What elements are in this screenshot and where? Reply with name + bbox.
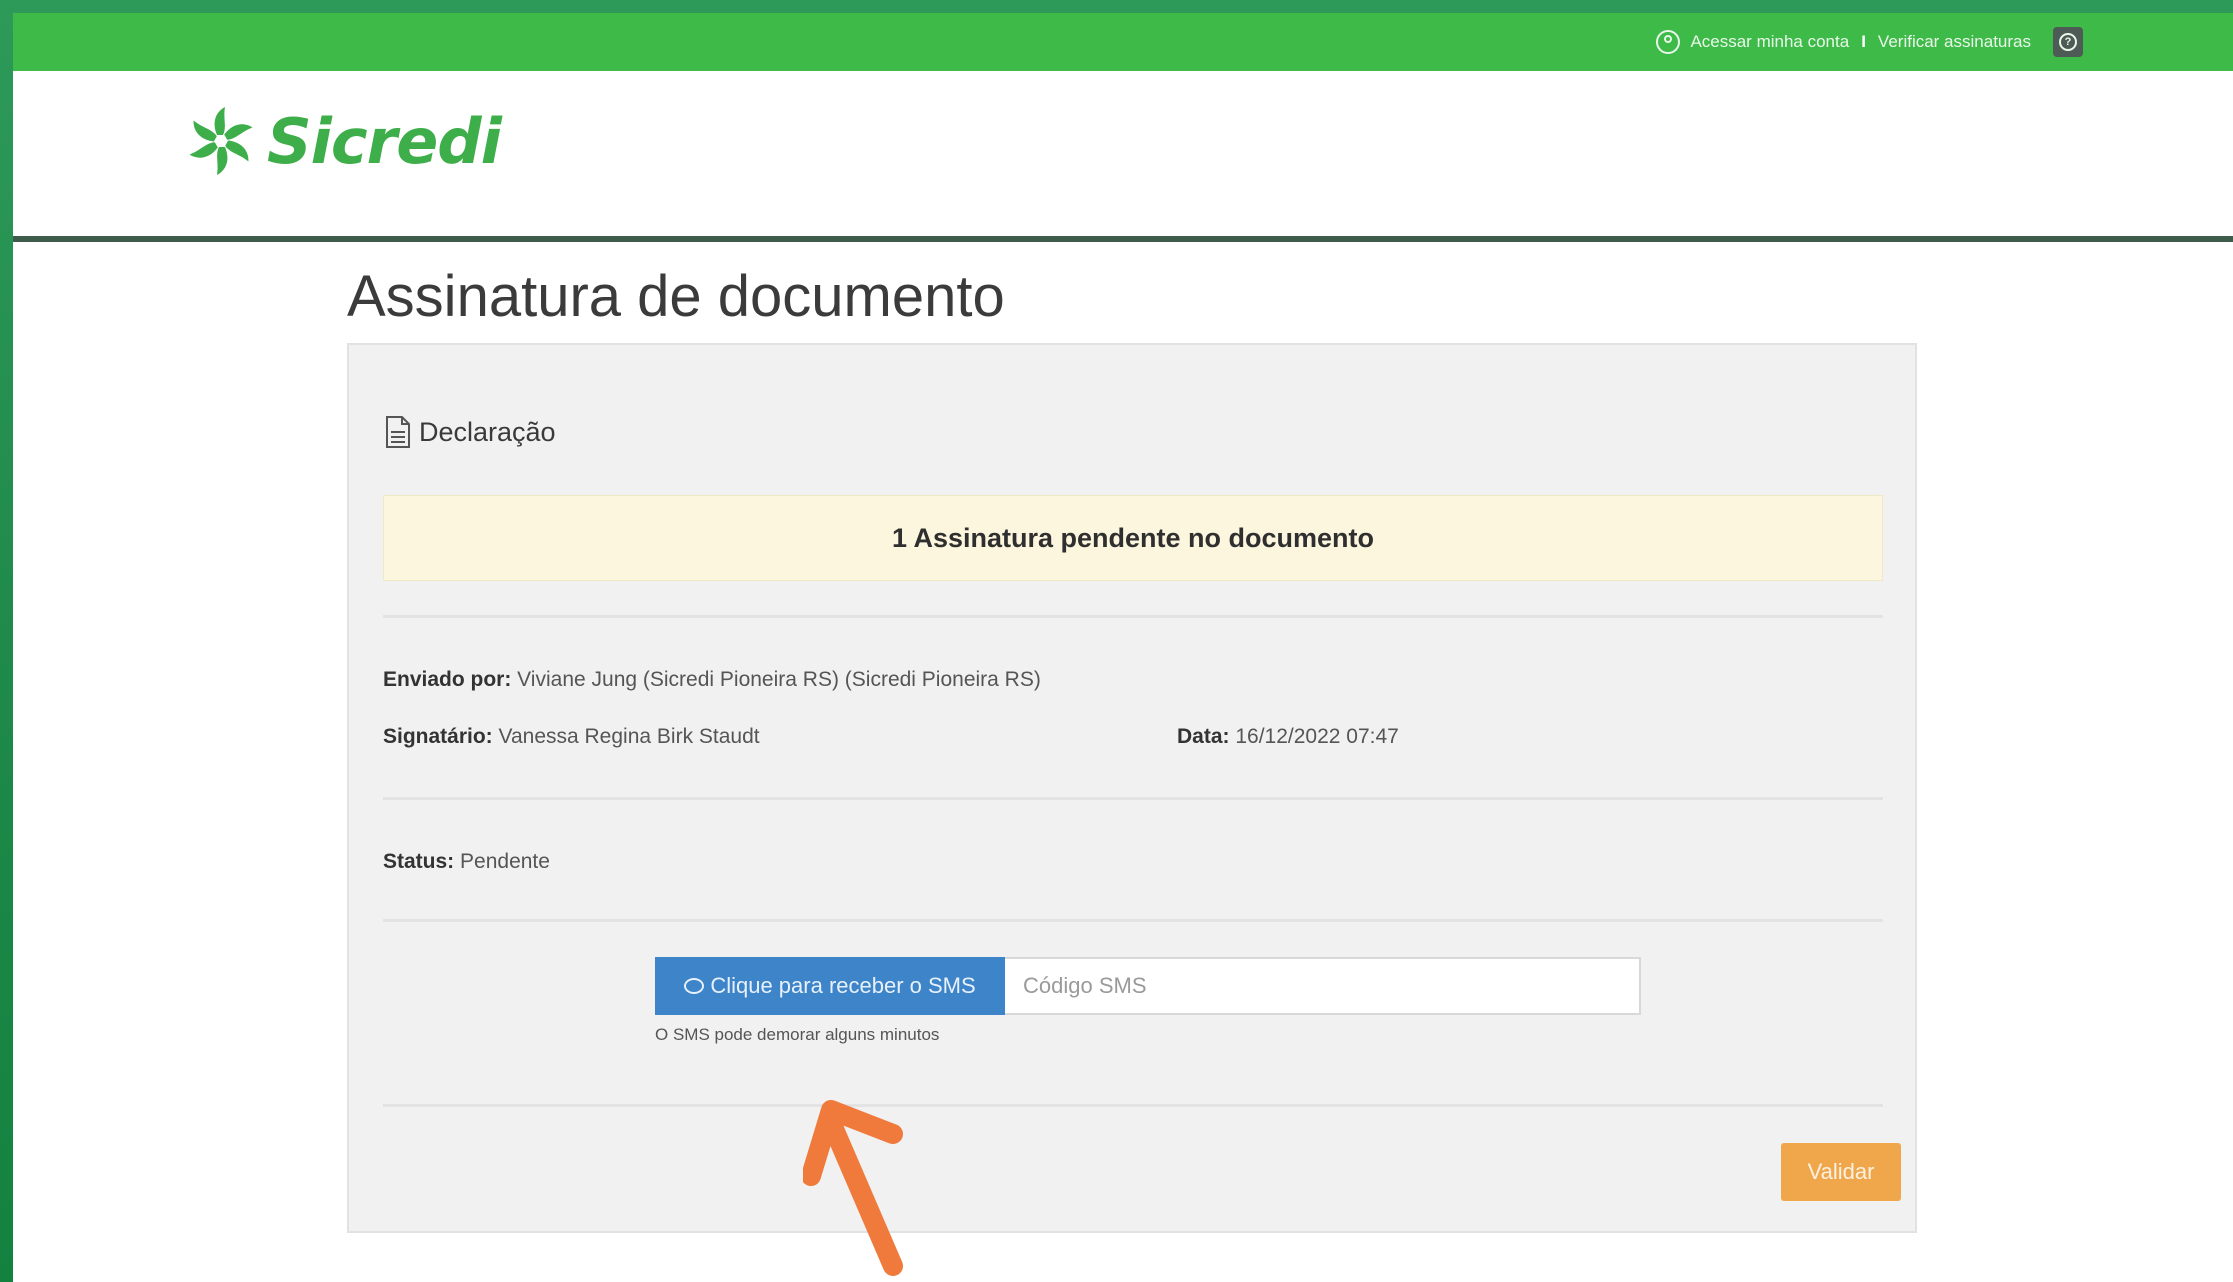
help-icon[interactable]: ? (2053, 27, 2083, 57)
sent-by-value: Viviane Jung (Sicredi Pioneira RS) (Sicr… (511, 668, 1041, 691)
receive-sms-label: Clique para receber o SMS (710, 973, 976, 998)
sicredi-logo-icon (189, 107, 253, 175)
divider (383, 1104, 1883, 1107)
date-row: Data: 16/12/2022 07:47 (1177, 725, 1399, 749)
sms-code-input[interactable] (1005, 957, 1641, 1015)
date-label: Data: (1177, 725, 1230, 748)
divider (383, 615, 1883, 618)
document-title: Declaração (385, 415, 556, 449)
logo-text: Sicredi (267, 104, 502, 178)
receive-sms-button[interactable]: Clique para receber o SMS (655, 957, 1005, 1015)
signer-label: Signatário: (383, 725, 493, 748)
document-card: Declaração 1 Assinatura pendente no docu… (347, 343, 1917, 1233)
divider (383, 797, 1883, 800)
browser-page: Acessar minha conta I Verificar assinatu… (13, 13, 2233, 1282)
signer-row: Signatário: Vanessa Regina Birk Staudt (383, 725, 760, 749)
verify-signatures-link[interactable]: Verificar assinaturas (1878, 32, 2031, 52)
account-link[interactable]: Acessar minha conta (1690, 32, 1849, 52)
sms-help-text: O SMS pode demorar alguns minutos (655, 1025, 940, 1044)
topbar-separator: I (1861, 32, 1866, 51)
signer-value: Vanessa Regina Birk Staudt (492, 725, 760, 748)
page-title: Assinatura de documento (347, 264, 1005, 329)
top-bar: Acessar minha conta I Verificar assinatu… (13, 13, 2233, 71)
document-title-text: Declaração (419, 416, 556, 447)
document-icon (386, 416, 410, 448)
chat-icon (684, 978, 705, 994)
arrow-annotation (803, 1100, 903, 1276)
sent-by-row: Enviado por: Viviane Jung (Sicredi Pione… (383, 668, 1041, 692)
sicredi-logo[interactable]: Sicredi (183, 103, 502, 179)
date-value: 16/12/2022 07:47 (1229, 725, 1399, 748)
user-icon (1656, 30, 1681, 54)
validate-button[interactable]: Validar (1781, 1143, 1901, 1201)
header: Sicredi (13, 71, 2233, 242)
pending-signature-alert: 1 Assinatura pendente no documento (383, 495, 1883, 581)
status-label: Status: (383, 850, 455, 873)
sent-by-label: Enviado por: (383, 668, 512, 691)
status-value: Pendente (454, 850, 550, 873)
sms-input-group: Clique para receber o SMS (655, 957, 1641, 1015)
status-row: Status: Pendente (383, 850, 550, 874)
divider (383, 919, 1883, 922)
